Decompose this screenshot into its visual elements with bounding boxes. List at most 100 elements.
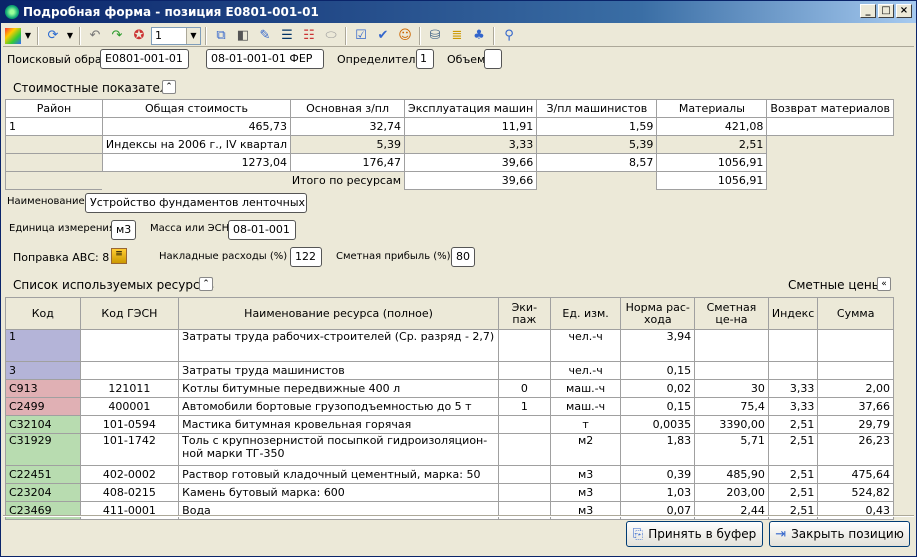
cell-norm: 0,0035 [620,415,696,434]
cell-unit: маш.-ч [549,379,622,398]
calculator-icon[interactable]: ≡ [111,248,127,264]
cell-sum: 475,64 [817,465,894,484]
cell-sum: 29,79 [817,415,894,434]
collapse-resources-icon[interactable]: ⌃ [199,277,213,291]
pen-icon[interactable]: ✎ [255,26,275,46]
table-row[interactable]: 1 Затраты труда рабочих-строителей (Ср. р… [5,329,894,362]
cell-crew [497,465,551,484]
cell-gesn [79,361,180,380]
database-icon[interactable]: ⛁ [425,26,445,46]
col-header: Норма рас-хода [620,297,696,330]
cell [766,117,894,136]
redo-icon[interactable]: ↷ [107,26,127,46]
edit-check-icon[interactable]: ✔ [373,26,393,46]
cell: 421,08 [656,117,768,136]
cell-name: Раствор готовый кладочный цементный, мар… [178,465,499,484]
profit-label: Сметная прибыль (%) [336,251,451,262]
stack-icon[interactable]: ≣ [447,26,467,46]
cell-unit: м3 [549,465,622,484]
mass-field[interactable]: 08-01-001 [228,220,296,240]
code-field[interactable]: 08-01-001-01 ФЕР [206,49,324,69]
cell-sum: 2,00 [817,379,894,398]
maximize-button[interactable]: □ [878,4,894,18]
edit-list-icon[interactable]: ☷ [299,26,319,46]
profit-field[interactable]: 80 [451,247,475,267]
cell-unit: маш.-ч [549,397,622,416]
undo-icon[interactable]: ↶ [85,26,105,46]
palette-icon[interactable] [5,27,21,44]
unit-field[interactable]: м3 [111,220,136,240]
chevron-down-icon[interactable]: ▼ [186,27,200,44]
check-icon[interactable]: ☑ [351,26,371,46]
cell-code: 1 [5,329,81,362]
table-row[interactable]: 1 465,73 32,74 11,91 1,59 421,08 [5,117,894,136]
close-position-button[interactable]: ⇥ Закрыть позицию [769,521,910,547]
oval-icon[interactable]: ⬭ [321,26,341,46]
search-label: Поисковый образ [7,53,108,66]
table-row[interactable]: 3 Затраты труда машинистов чел.-ч 0,15 [5,361,894,380]
cell-price: 3390,00 [694,415,769,434]
table-row[interactable]: С31929 101-1742 Толь с крупнозернистой пос… [5,433,894,466]
cell: 1273,04 [101,153,292,172]
accept-to-buffer-button[interactable]: ⎘ Принять в буфер [626,521,763,547]
table-row[interactable]: С23204 408-0215 Камень бутовый марка: 600 м… [5,483,894,502]
cell-code: С31929 [5,433,81,466]
cell-unit: чел.-ч [549,361,622,380]
cell-norm: 0,15 [620,397,696,416]
export-icon[interactable]: ◧ [233,26,253,46]
col-header: Сметная це-на [694,297,769,330]
table-row[interactable]: С22451 402-0002 Раствор готовый кладочный … [5,465,894,484]
close-button[interactable]: × [896,4,912,18]
level-select[interactable]: 1 ▼ [151,26,201,45]
mass-label: Масса или ЭСН [150,223,230,234]
cell-price: 30 [694,379,769,398]
cell-price: 203,00 [694,483,769,502]
dropdown-arrow-icon[interactable]: ▼ [23,26,33,46]
cell-code: С22451 [5,465,81,484]
collapse-cost-icon[interactable]: ⌃ [162,80,176,94]
table-row[interactable]: С32104 101-0594 Мастика битумная кровельна… [5,415,894,434]
search-icon[interactable]: ⚲ [499,26,519,46]
cell-unit: м3 [549,483,622,502]
cell-norm: 0,02 [620,379,696,398]
table-row[interactable]: С913 121011 Котлы битумные передвижные 400… [5,379,894,398]
cell-index [767,329,819,362]
cell-norm: 0,15 [620,361,696,380]
search-field[interactable]: Е0801-001-01 [100,49,189,69]
resources-table: Код Код ГЭСН Наименование ресурса (полно… [5,297,894,520]
minimize-button[interactable]: _ [860,4,876,18]
overhead-field[interactable]: 122 [290,247,322,267]
col-header: Наименование ресурса (полное) [178,297,499,330]
chart-icon[interactable]: ⧉ [211,26,231,46]
refresh-icon[interactable]: ⟳ [43,26,63,46]
user-icon[interactable]: ☺ [395,26,415,46]
cell: 5,39 [536,135,658,154]
cell-index: 2,51 [767,415,819,434]
cell-gesn: 121011 [79,379,180,398]
dropdown-arrow-icon[interactable]: ▼ [65,26,75,46]
level-select-value: 1 [155,29,162,42]
determiner-field[interactable]: 1 [416,49,434,69]
cell-index [767,361,819,380]
double-chevron-left-icon[interactable]: « [877,277,891,291]
compass-icon[interactable]: ✪ [129,26,149,46]
cost-table: Район Общая стоимость Основная з/пл Эксп… [5,99,894,190]
close-button-label: Закрыть позицию [791,527,904,541]
table-row[interactable]: С2499 400001 Автомобили бортовые грузоподъ… [5,397,894,416]
table-row: Итого по ресурсам 39,66 1056,91 [5,171,894,190]
name-field[interactable]: Устройство фундаментов ленточных [85,193,307,213]
cell-code: С23204 [5,483,81,502]
cost-section-label: Стоимостные показатели [13,81,176,95]
cell-code: 3 [5,361,81,380]
tree-icon[interactable]: ♣ [469,26,489,46]
title-bar: Подробная форма - позиция Е0801-001-01 _… [1,1,916,23]
cell-price: 75,4 [694,397,769,416]
list-icon[interactable]: ☰ [277,26,297,46]
col-header: Возврат материалов [766,99,894,118]
table-row: 1273,04 176,47 39,66 8,57 1056,91 [5,153,894,172]
cell-name: Затраты труда машинистов [178,361,499,380]
volume-field[interactable] [484,49,502,69]
exit-icon: ⇥ [775,526,787,542]
cell-sum: 26,23 [817,433,894,466]
accept-button-label: Принять в буфер [648,527,757,541]
